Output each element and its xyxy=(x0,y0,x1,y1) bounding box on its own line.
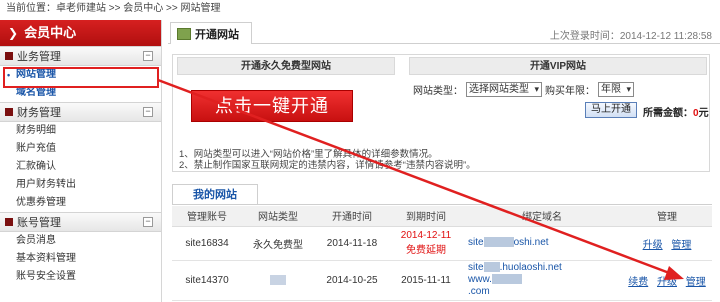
sidebar-header: ❯ 会员中心 xyxy=(0,20,161,46)
domain-tld: .com xyxy=(468,286,490,297)
chevron-right-icon: ❯ xyxy=(8,26,19,40)
cell-type: 永久免费型 xyxy=(242,226,314,261)
divider xyxy=(172,204,712,205)
item-label: 汇款确认 xyxy=(16,161,56,172)
sidebar-group-finance[interactable]: 财务管理 − xyxy=(0,102,161,122)
square-icon xyxy=(5,108,13,116)
vip-form-row: 网站类型： 选择网站类型 购买年限： 年限 xyxy=(413,82,634,97)
page: 当前位置：卓老师建站 >> 会员中心 >> 网站管理 ❯ 会员中心 业务管理 −… xyxy=(0,0,720,302)
redacted xyxy=(483,262,500,273)
vip-site-header: 开通VIP网站 xyxy=(409,57,707,75)
domain-suffix: .huolaoshi.net xyxy=(499,262,562,273)
group-label: 财务管理 xyxy=(17,107,61,119)
sidebar-item-remit-confirm[interactable]: 汇款确认 xyxy=(0,158,161,176)
total-unit: 元 xyxy=(698,108,709,119)
cell-domain[interactable]: site oshi.net xyxy=(462,226,622,261)
site-type-label: 网站类型： xyxy=(413,86,463,97)
tab-label: 开通网站 xyxy=(195,28,239,41)
last-login-text: 上次登录时间：2014-12-12 11:28:58 xyxy=(549,31,712,42)
square-icon xyxy=(5,218,13,226)
col-open: 开通时间 xyxy=(314,206,390,227)
note-1: 1、网站类型可以进入“网站价格”里了解具体的详细参数情况。 xyxy=(179,149,438,160)
upgrade-link[interactable]: 升级 xyxy=(643,240,663,251)
item-label: 优惠券管理 xyxy=(16,197,66,208)
table-row: site14370 2014-10-25 2015-11-11 site .huo… xyxy=(172,260,712,301)
col-type: 网站类型 xyxy=(242,206,314,227)
note-2: 2、禁止制作国家互联网规定的违禁内容，详情请参考“违禁内容说明”。 xyxy=(179,160,476,171)
item-label: 财务明细 xyxy=(16,125,56,136)
site-type-select[interactable]: 选择网站类型 xyxy=(466,82,542,97)
sidebar-item-security[interactable]: 账号安全设置 xyxy=(0,268,161,286)
highlight-box xyxy=(3,67,159,88)
col-due: 到期时间 xyxy=(390,206,462,227)
cell-open: 2014-10-25 xyxy=(314,260,390,301)
cell-account: site16834 xyxy=(172,226,242,261)
cell-due: 2014-12-11 免费延期 xyxy=(390,226,462,261)
redacted xyxy=(483,237,514,248)
item-label: 会员消息 xyxy=(16,235,56,246)
due-date: 2014-12-11 xyxy=(400,230,452,241)
item-label: 基本资料管理 xyxy=(16,253,76,264)
breadcrumb: 当前位置：卓老师建站 >> 会员中心 >> 网站管理 xyxy=(6,3,221,14)
total-amount: 所需金额：0元 xyxy=(643,104,709,119)
sidebar-item-messages[interactable]: 会员消息 xyxy=(0,232,161,250)
domain-prefix: site xyxy=(468,237,484,248)
main-tabbar: 开通网站 上次登录时间：2014-12-12 11:28:58 xyxy=(168,22,720,44)
sidebar-item-profile[interactable]: 基本资料管理 xyxy=(0,250,161,268)
sidebar-title: 会员中心 xyxy=(24,25,77,40)
group-label: 账号管理 xyxy=(17,217,61,229)
square-icon xyxy=(5,52,13,60)
sidebar-item-recharge[interactable]: 账户充值 xyxy=(0,140,161,158)
item-label: 用户财务转出 xyxy=(16,179,76,190)
col-manage: 管理 xyxy=(622,206,712,227)
sidebar-group-account[interactable]: 账号管理 − xyxy=(0,212,161,232)
buy-now-button[interactable]: 马上开通 xyxy=(585,102,637,118)
cell-actions: 升级 管理 xyxy=(622,226,712,261)
sidebar-item-finance-detail[interactable]: 财务明细 xyxy=(0,122,161,140)
manage-link[interactable]: 管理 xyxy=(686,277,706,288)
collapse-icon[interactable]: − xyxy=(143,107,153,117)
sidebar-group-business[interactable]: 业务管理 − xyxy=(0,46,161,66)
free-site-header: 开通永久免费型网站 xyxy=(177,57,395,75)
sidebar-item-transfer-out[interactable]: 用户财务转出 xyxy=(0,176,161,194)
item-label: 域名管理 xyxy=(16,87,56,98)
group-label: 业务管理 xyxy=(17,51,61,63)
table-row: site16834 永久免费型 2014-11-18 2014-12-11 免费… xyxy=(172,226,712,261)
redacted xyxy=(491,274,522,285)
cell-type xyxy=(242,260,314,301)
col-account: 管理账号 xyxy=(172,206,242,227)
sidebar: ❯ 会员中心 业务管理 − • 网站管理 域名管理 财务管理 − 财务明细 账户… xyxy=(0,20,162,302)
redacted xyxy=(270,274,286,285)
manage-link[interactable]: 管理 xyxy=(671,240,691,251)
total-label: 所需金额： xyxy=(643,108,693,119)
tab-open-site[interactable]: 开通网站 xyxy=(170,22,252,44)
domain-prefix: site xyxy=(468,262,484,273)
cell-account: site14370 xyxy=(172,260,242,301)
cell-open: 2014-11-18 xyxy=(314,226,390,261)
one-click-open-button[interactable]: 点击一键开通 xyxy=(191,90,353,122)
collapse-icon[interactable]: − xyxy=(143,217,153,227)
sidebar-item-coupon[interactable]: 优惠券管理 xyxy=(0,194,161,212)
my-sites-table: 管理账号 网站类型 开通时间 到期时间 绑定域名 管理 site16834 永久… xyxy=(172,206,712,301)
tab-my-sites[interactable]: 我的网站 xyxy=(172,184,258,204)
col-domain: 绑定域名 xyxy=(462,206,622,227)
years-label: 购买年限： xyxy=(545,86,595,97)
collapse-icon[interactable]: − xyxy=(143,51,153,61)
item-label: 账号安全设置 xyxy=(16,271,76,282)
site-icon xyxy=(177,27,191,40)
notes: 1、网站类型可以进入“网站价格”里了解具体的详细参数情况。 2、禁止制作国家互联… xyxy=(179,149,476,171)
upgrade-link[interactable]: 升级 xyxy=(657,277,677,288)
cell-actions: 续费 升级 管理 xyxy=(622,260,712,301)
open-site-panel: 开通永久免费型网站 开通VIP网站 点击一键开通 网站类型： 选择网站类型 购买… xyxy=(172,54,710,172)
domain-suffix: oshi.net xyxy=(513,237,549,248)
domain-www: www. xyxy=(468,274,492,285)
item-label: 账户充值 xyxy=(16,143,56,154)
renew-link[interactable]: 续费 xyxy=(628,277,648,288)
table-header-row: 管理账号 网站类型 开通时间 到期时间 绑定域名 管理 xyxy=(172,206,712,227)
years-select[interactable]: 年限 xyxy=(598,82,634,97)
due-note: 免费延期 xyxy=(406,245,446,256)
cell-due: 2015-11-11 xyxy=(390,260,462,301)
cell-domain[interactable]: site .huolaoshi.net www. .com xyxy=(462,260,622,301)
